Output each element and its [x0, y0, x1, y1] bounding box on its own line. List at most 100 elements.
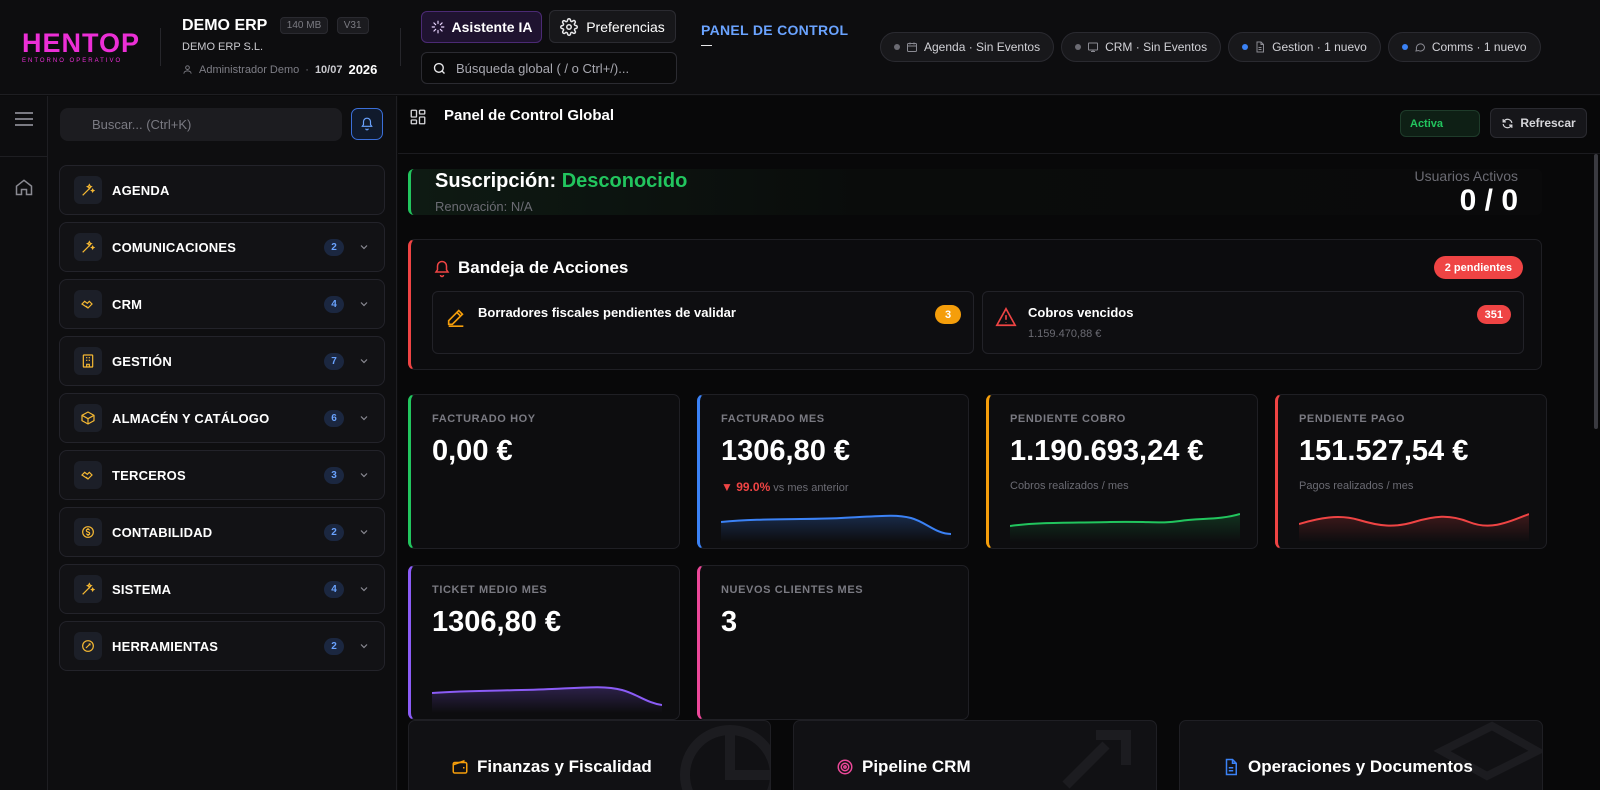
action-title: Borradores fiscales pendientes de valida… — [478, 305, 736, 320]
pill-comms[interactable]: Comms · 1 nuevo — [1387, 32, 1541, 62]
wallet-icon — [451, 758, 469, 776]
active-users-value: 0 / 0 — [1459, 184, 1518, 217]
header-divider — [160, 28, 161, 66]
section-pipeline-crm[interactable]: Pipeline CRM — [793, 720, 1157, 790]
handshake-icon — [74, 290, 102, 318]
user-name: Administrador Demo — [199, 63, 300, 76]
kpi-label: FACTURADO MES — [721, 413, 825, 425]
notifications-button[interactable] — [351, 108, 383, 140]
version-chip: V31 — [336, 17, 369, 34]
kpi-label: PENDIENTE PAGO — [1299, 413, 1405, 425]
pill-crm[interactable]: CRM · Sin Eventos — [1061, 32, 1222, 62]
menu-icon[interactable] — [14, 111, 34, 127]
sidebar-item-label: CONTABILIDAD — [112, 524, 213, 540]
action-fiscal-drafts[interactable]: Borradores fiscales pendientes de valida… — [432, 291, 974, 354]
kpi-label: PENDIENTE COBRO — [1010, 413, 1126, 425]
wand-icon — [74, 233, 102, 261]
section-finanzas[interactable]: Finanzas y Fiscalidad — [408, 720, 771, 790]
user-row: Administrador Demo · 10/07 2026 — [182, 62, 377, 77]
sidebar-search[interactable] — [60, 108, 342, 141]
refresh-icon — [1501, 117, 1514, 130]
preferences-button[interactable]: Preferencias — [549, 10, 676, 43]
sidebar-item-label: AGENDA — [112, 182, 170, 198]
sidebar-item-gestion[interactable]: GESTIÓN 7 — [59, 336, 385, 386]
main-header: Panel de Control Global Activa Refrescar — [398, 96, 1600, 154]
sparkle-icon — [431, 20, 445, 34]
sidebar-item-almacen[interactable]: ALMACÉN Y CATÁLOGO 6 — [59, 393, 385, 443]
sidebar-item-comunicaciones[interactable]: COMUNICACIONES 2 — [59, 222, 385, 272]
pill-label: Comms · 1 nuevo — [1431, 40, 1527, 54]
coin-icon — [74, 518, 102, 546]
sidebar-menu: AGENDA COMUNICACIONES 2 CRM 4 GESTIÓN 7 — [59, 165, 385, 678]
rail-divider — [0, 156, 48, 157]
chevron-down-icon — [358, 241, 370, 253]
global-search[interactable] — [421, 52, 677, 84]
status-badge: Activa — [1400, 110, 1480, 137]
brand-logo[interactable]: HENTOP ENTORNO OPERATIVO — [22, 28, 142, 65]
action-count-badge: 351 — [1476, 305, 1511, 324]
document-icon — [1254, 41, 1266, 53]
kpi-value: 151.527,54 € — [1299, 435, 1469, 467]
home-icon[interactable] — [14, 177, 34, 197]
section-title: Pipeline CRM — [836, 757, 971, 777]
sidebar-item-label: HERRAMIENTAS — [112, 638, 219, 654]
kpi-value: 1.190.693,24 € — [1010, 435, 1204, 467]
scrollbar-thumb[interactable] — [1594, 154, 1598, 429]
sidebar-item-agenda[interactable]: AGENDA — [59, 165, 385, 215]
sidebar-item-label: SISTEMA — [112, 581, 172, 597]
kpi-pendiente-pago[interactable]: PENDIENTE PAGO 151.527,54 € Pagos realiz… — [1275, 394, 1547, 549]
count-badge: 6 — [324, 409, 344, 427]
kpi-label: TICKET MEDIO MES — [432, 584, 548, 596]
building-icon — [74, 347, 102, 375]
pill-agenda[interactable]: Agenda · Sin Eventos — [880, 32, 1055, 62]
active-indicator — [701, 45, 712, 46]
kpi-facturado-hoy[interactable]: FACTURADO HOY 0,00 € — [408, 394, 680, 549]
sparkline-chart — [721, 514, 951, 542]
sparkline-chart — [1299, 513, 1529, 542]
logo-tagline: ENTORNO OPERATIVO — [22, 58, 123, 64]
page-title: Panel de Control Global — [444, 107, 615, 124]
action-overdue-collections[interactable]: Cobros vencidos 1.159.470,88 € 351 — [982, 291, 1524, 354]
logo-wordmark: HENTOP — [22, 28, 141, 58]
company-info: DEMO ERP 140 MB V31 DEMO ERP S.L. Admini… — [182, 17, 377, 77]
kpi-ticket-medio[interactable]: TICKET MEDIO MES 1306,80 € — [408, 565, 680, 720]
chevron-down-icon — [358, 583, 370, 595]
sidebar-item-terceros[interactable]: TERCEROS 3 — [59, 450, 385, 500]
kpi-pendiente-cobro[interactable]: PENDIENTE COBRO 1.190.693,24 € Cobros re… — [986, 394, 1258, 549]
user-icon — [182, 64, 193, 75]
section-title-label: Finanzas y Fiscalidad — [477, 757, 652, 776]
bell-icon — [433, 260, 451, 278]
count-badge: 4 — [324, 295, 344, 313]
panel-control-link[interactable]: PANEL DE CONTROL — [701, 22, 848, 46]
sidebar-item-contabilidad[interactable]: CONTABILIDAD 2 — [59, 507, 385, 557]
kpi-value: 1306,80 € — [721, 435, 851, 467]
sidebar-item-crm[interactable]: CRM 4 — [59, 279, 385, 329]
preferences-label: Preferencias — [586, 18, 665, 35]
target-icon — [836, 758, 854, 776]
main-scrollbar[interactable] — [1592, 154, 1600, 790]
pill-gestion[interactable]: Gestion · 1 nuevo — [1228, 32, 1381, 62]
kpi-nuevos-clientes[interactable]: NUEVOS CLIENTES MES 3 — [697, 565, 969, 720]
ai-assistant-button[interactable]: Asistente IA — [421, 11, 542, 43]
refresh-button[interactable]: Refrescar — [1490, 108, 1587, 138]
kpi-sub: Pagos realizados / mes — [1299, 480, 1414, 492]
count-badge: 2 — [324, 238, 344, 256]
handshake-icon — [74, 461, 102, 489]
section-operaciones[interactable]: Operaciones y Documentos — [1179, 720, 1543, 790]
global-search-input[interactable] — [456, 60, 661, 76]
refresh-label: Refrescar — [1520, 116, 1576, 130]
active-users-label: Usuarios Activos — [1414, 168, 1518, 184]
kpi-facturado-mes[interactable]: FACTURADO MES 1306,80 € ▼ 99.0% vs mes a… — [697, 394, 969, 549]
sidebar-item-herramientas[interactable]: HERRAMIENTAS 2 — [59, 621, 385, 671]
sidebar-item-sistema[interactable]: SISTEMA 4 — [59, 564, 385, 614]
section-title: Operaciones y Documentos — [1222, 757, 1473, 777]
sidebar-search-input[interactable] — [92, 117, 332, 132]
sidebar: AGENDA COMUNICACIONES 2 CRM 4 GESTIÓN 7 — [48, 96, 397, 790]
calendar-icon — [906, 41, 918, 53]
sidebar-item-label: CRM — [112, 296, 143, 312]
document-icon — [1222, 758, 1240, 776]
status-dot — [1242, 44, 1249, 50]
bell-icon — [360, 117, 374, 131]
dashboard-grid-icon — [409, 108, 427, 126]
chevron-down-icon — [358, 526, 370, 538]
